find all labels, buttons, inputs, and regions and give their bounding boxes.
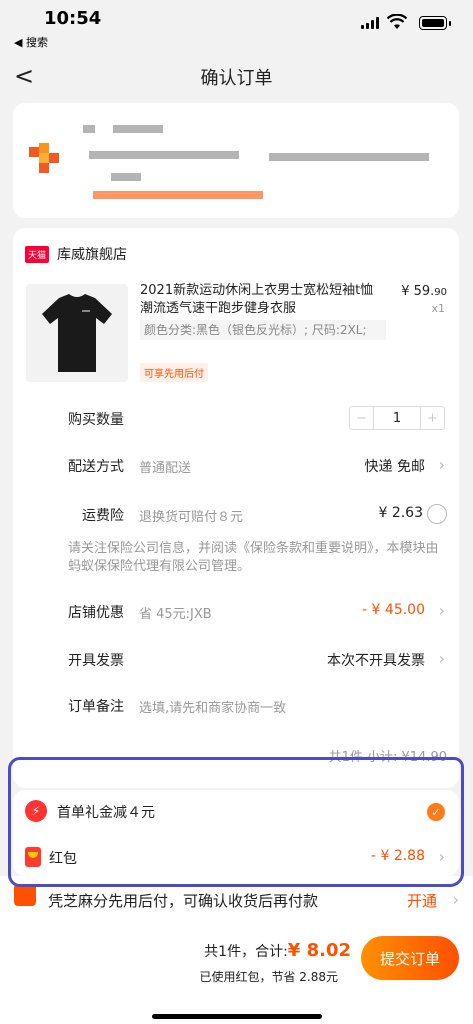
decrease-quantity-button[interactable]: − bbox=[350, 407, 374, 429]
shopping-bag-icon bbox=[14, 884, 36, 906]
blurred-address-text bbox=[93, 191, 263, 199]
blurred-address-text bbox=[89, 151, 239, 159]
location-logo-icon bbox=[29, 143, 59, 173]
blurred-address-text bbox=[269, 153, 429, 161]
address-card[interactable] bbox=[13, 103, 459, 218]
total-amount: ¥ 8.02 bbox=[287, 940, 351, 961]
remark-label: 订单备注 bbox=[68, 699, 124, 715]
insurance-price: ¥ 2.63 bbox=[378, 505, 423, 521]
status-time: 10:54 bbox=[44, 8, 102, 29]
pay-later-tag: 可享先用后付 bbox=[140, 363, 208, 382]
pay-later-text: 凭芝麻分先用后付，可确认收货后再付款 bbox=[48, 892, 319, 910]
total-line: 共1件，合计:¥ 8.02 bbox=[204, 940, 351, 961]
home-indicator bbox=[152, 1014, 322, 1019]
highlight-annotation bbox=[8, 757, 464, 887]
order-card: 天猫 库威旗舰店 2021新款运动休闲上衣男士宽松短袖t恤潮流透气速干跑步健身衣… bbox=[13, 228, 459, 788]
back-to-app-link[interactable]: ◀ 搜索 bbox=[14, 34, 48, 50]
navigation-bar: < 确认订单 bbox=[0, 54, 473, 98]
shop-name: 库威旗舰店 bbox=[57, 247, 128, 263]
shop-discount-detail: 省 45元:JXB bbox=[139, 607, 212, 622]
insurance-description: 退换货可赔付８元 bbox=[139, 510, 244, 525]
quantity-label: 购买数量 bbox=[68, 412, 124, 428]
price-cents: 90 bbox=[434, 287, 447, 298]
savings-text: 已使用红包，节省 2.88元 bbox=[199, 970, 338, 984]
shop-discount-label: 店铺优惠 bbox=[68, 605, 124, 621]
wifi-icon bbox=[387, 14, 407, 29]
insurance-label: 运费险 bbox=[82, 508, 124, 524]
product-price: ¥ 59.90 bbox=[401, 284, 447, 299]
battery-icon bbox=[419, 16, 451, 30]
delivery-method: 普通配送 bbox=[139, 461, 192, 476]
price-main: ¥ 59. bbox=[401, 284, 435, 299]
page-title: 确认订单 bbox=[200, 68, 273, 89]
insurance-note[interactable]: 请关注保险公司信息，并阅读《保险条款和重要说明》，本模块由蚂蚁保保险代理有限公司… bbox=[68, 540, 440, 576]
shop-discount-value: - ¥ 45.00 bbox=[362, 602, 425, 618]
product-title[interactable]: 2021新款运动休闲上衣男士宽松短袖t恤潮流透气速干跑步健身衣服 bbox=[140, 282, 384, 318]
invoice-value: 本次不开具发票 bbox=[327, 653, 425, 669]
chevron-right-icon: › bbox=[438, 455, 445, 474]
product-quantity: x1 bbox=[431, 302, 445, 315]
total-label: 合计: bbox=[255, 944, 288, 960]
chevron-right-icon: › bbox=[452, 890, 459, 909]
product-spec[interactable]: 颜色分类:黑色（银色反光标）; 尺码:2XL; bbox=[140, 320, 386, 340]
increase-quantity-button[interactable]: + bbox=[420, 407, 444, 429]
quantity-stepper: − 1 + bbox=[349, 406, 445, 430]
blurred-address-text bbox=[113, 125, 163, 133]
product-image[interactable] bbox=[26, 284, 128, 382]
delivery-label: 配送方式 bbox=[68, 459, 124, 475]
blurred-address-text bbox=[83, 125, 95, 133]
remark-input[interactable]: 选填,请先和商家协商一致 bbox=[139, 697, 286, 716]
chevron-right-icon: › bbox=[438, 649, 445, 668]
cellular-signal-icon bbox=[361, 17, 381, 29]
blurred-address-text bbox=[111, 173, 141, 181]
submit-order-button[interactable]: 提交订单 bbox=[361, 936, 459, 980]
checkout-bar: 共1件，合计:¥ 8.02 已使用红包，节省 2.88元 提交订单 bbox=[0, 924, 473, 1024]
tmall-badge: 天猫 bbox=[25, 245, 50, 263]
status-bar: 10:54 ◀ 搜索 bbox=[0, 0, 473, 50]
shop-header[interactable]: 天猫 库威旗舰店 bbox=[25, 244, 127, 264]
item-count: 共1件， bbox=[204, 944, 256, 960]
quantity-value[interactable]: 1 bbox=[374, 407, 420, 429]
insurance-radio[interactable] bbox=[427, 504, 447, 524]
delivery-value: 快递 免邮 bbox=[364, 459, 425, 475]
invoice-label: 开具发票 bbox=[68, 653, 124, 669]
activate-pay-later-button[interactable]: 开通 bbox=[407, 890, 437, 911]
chevron-right-icon: › bbox=[438, 601, 445, 620]
